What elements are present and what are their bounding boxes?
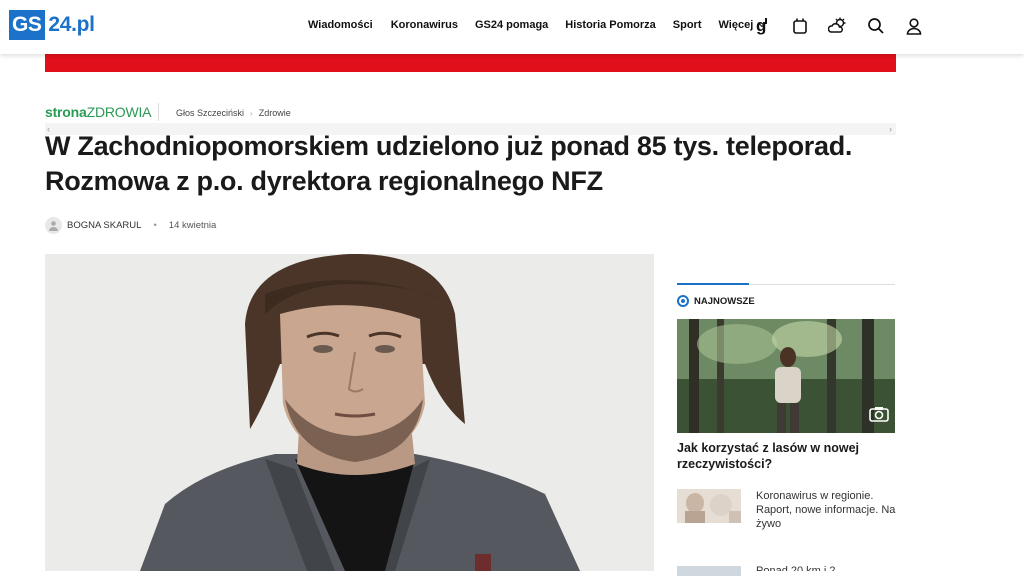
header-icons: g [752,15,924,37]
article-date: 14 kwietnia [168,220,217,231]
latest-icon [677,295,689,307]
logo-box: GS [9,10,46,40]
nav-item-gs24-pomaga[interactable]: GS24 pomaga [475,19,548,31]
avatar[interactable] [45,217,62,234]
chevron-right-icon: › [250,108,253,118]
brand-rest: ZDROWIA [86,104,152,120]
divider [158,103,159,121]
breadcrumb: Głos Szczeciński › Zdrowie [176,108,291,118]
sidebar-accent [677,283,749,285]
search-icon[interactable] [866,15,886,37]
red-banner[interactable] [45,54,896,72]
article-title: W Zachodniopomorskiem udzielono już pona… [45,131,853,196]
site-header: GS 24.pl Wiadomości Koronawirus GS24 poma… [0,0,1024,54]
svg-text:g: g [756,17,766,35]
breadcrumb-item-zdrowie[interactable]: Zdrowie [259,108,291,118]
nav-item-sport[interactable]: Sport [673,19,702,31]
brand-bold: strona [45,104,87,120]
nav-item-wiadomosci[interactable]: Wiadomości [308,19,373,31]
sidebar-heading-label: NAJNOWSZE [694,295,755,307]
strona-zdrowia-brand[interactable]: stronaZDROWIA [45,104,152,120]
news-item-title[interactable]: Koronawirus w regionie. Raport, nowe inf… [756,489,896,531]
tablet-icon[interactable] [790,15,810,37]
logo-text: 24.pl [48,13,95,36]
user-icon[interactable] [904,15,924,37]
featured-article-title[interactable]: Jak korzystać z lasów w nowej rzeczywist… [677,440,895,472]
news-item-image[interactable] [677,489,741,523]
separator-dot: • [153,220,157,231]
nav-item-historia-pomorza[interactable]: Historia Pomorza [565,19,655,31]
site-logo[interactable]: GS 24.pl [9,9,95,41]
author-name[interactable]: BOGNA SKARUL [67,220,141,231]
main-nav: Wiadomości Koronawirus GS24 pomaga Histo… [308,18,767,31]
featured-article-image[interactable] [677,319,895,433]
article-main-photo[interactable] [45,254,654,571]
breadcrumb-item-glos-szczecinski[interactable]: Głos Szczeciński [176,108,244,118]
sidebar-heading: NAJNOWSZE [677,295,755,307]
g-icon[interactable]: g [752,15,772,37]
byline: BOGNA SKARUL • 14 kwietnia [45,217,216,234]
nav-item-wiecej-label: Więcej [718,19,754,31]
weather-icon[interactable] [828,15,848,37]
nav-item-koronawirus[interactable]: Koronawirus [391,19,458,31]
camera-icon [869,406,889,427]
news-item-image[interactable] [677,566,741,576]
news-item-title[interactable]: Ponad 20 km i 2 [756,564,896,571]
